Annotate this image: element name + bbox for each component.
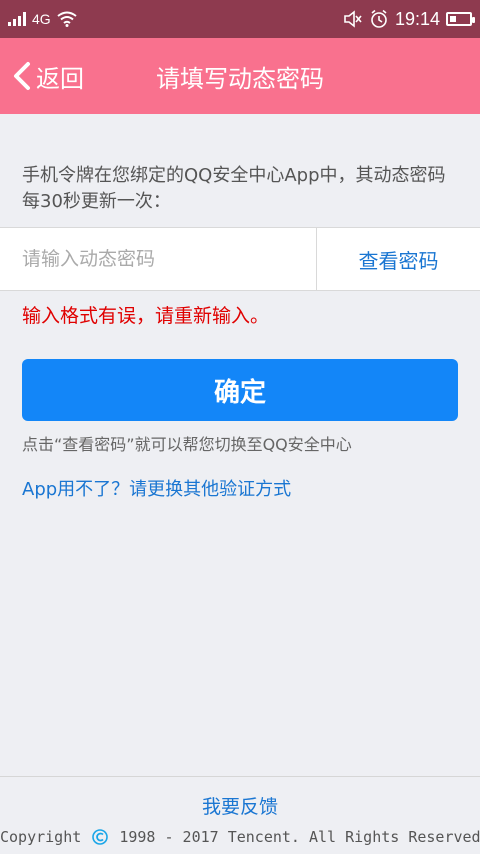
status-left: 4G <box>8 11 77 27</box>
view-password-button[interactable]: 查看密码 <box>316 228 480 290</box>
hint-text: 点击“查看密码”就可以帮您切换至QQ安全中心 <box>22 435 352 454</box>
copyright-icon <box>92 829 109 845</box>
feedback-link[interactable]: 我要反馈 <box>0 792 480 819</box>
confirm-button[interactable]: 确定 <box>22 359 458 421</box>
back-button[interactable]: 返回 <box>12 38 84 114</box>
copyright-suffix: 1998 - 2017 Tencent. All Rights Reserved… <box>119 828 480 846</box>
network-type: 4G <box>32 11 51 27</box>
battery-icon <box>446 12 475 26</box>
mute-icon <box>344 10 362 28</box>
wifi-icon <box>57 11 77 27</box>
chevron-left-icon <box>14 62 30 90</box>
copyright-prefix: Copyright <box>0 828 82 846</box>
app-header: 返回 请填写动态密码 <box>0 38 480 114</box>
error-message: 输入格式有误，请重新输入。 <box>22 305 270 327</box>
copyright: Copyright 1998 - 2017 Tencent. All Right… <box>0 828 480 846</box>
signal-icon <box>8 12 26 26</box>
dynamic-code-input[interactable] <box>0 228 316 290</box>
footer-divider <box>0 776 480 777</box>
status-right: 19:14 <box>343 8 475 30</box>
status-bar: 4G 19:14 <box>0 0 480 38</box>
description-text: 手机令牌在您绑定的QQ安全中心App中，其动态密码每30秒更新一次： <box>22 165 446 212</box>
alternate-verification-link[interactable]: App用不了？请更换其他验证方式 <box>22 475 291 501</box>
alarm-icon <box>371 9 387 28</box>
dynamic-code-row: 查看密码 <box>0 227 480 291</box>
clock-time: 19:14 <box>394 8 440 29</box>
back-label: 返回 <box>36 64 84 93</box>
